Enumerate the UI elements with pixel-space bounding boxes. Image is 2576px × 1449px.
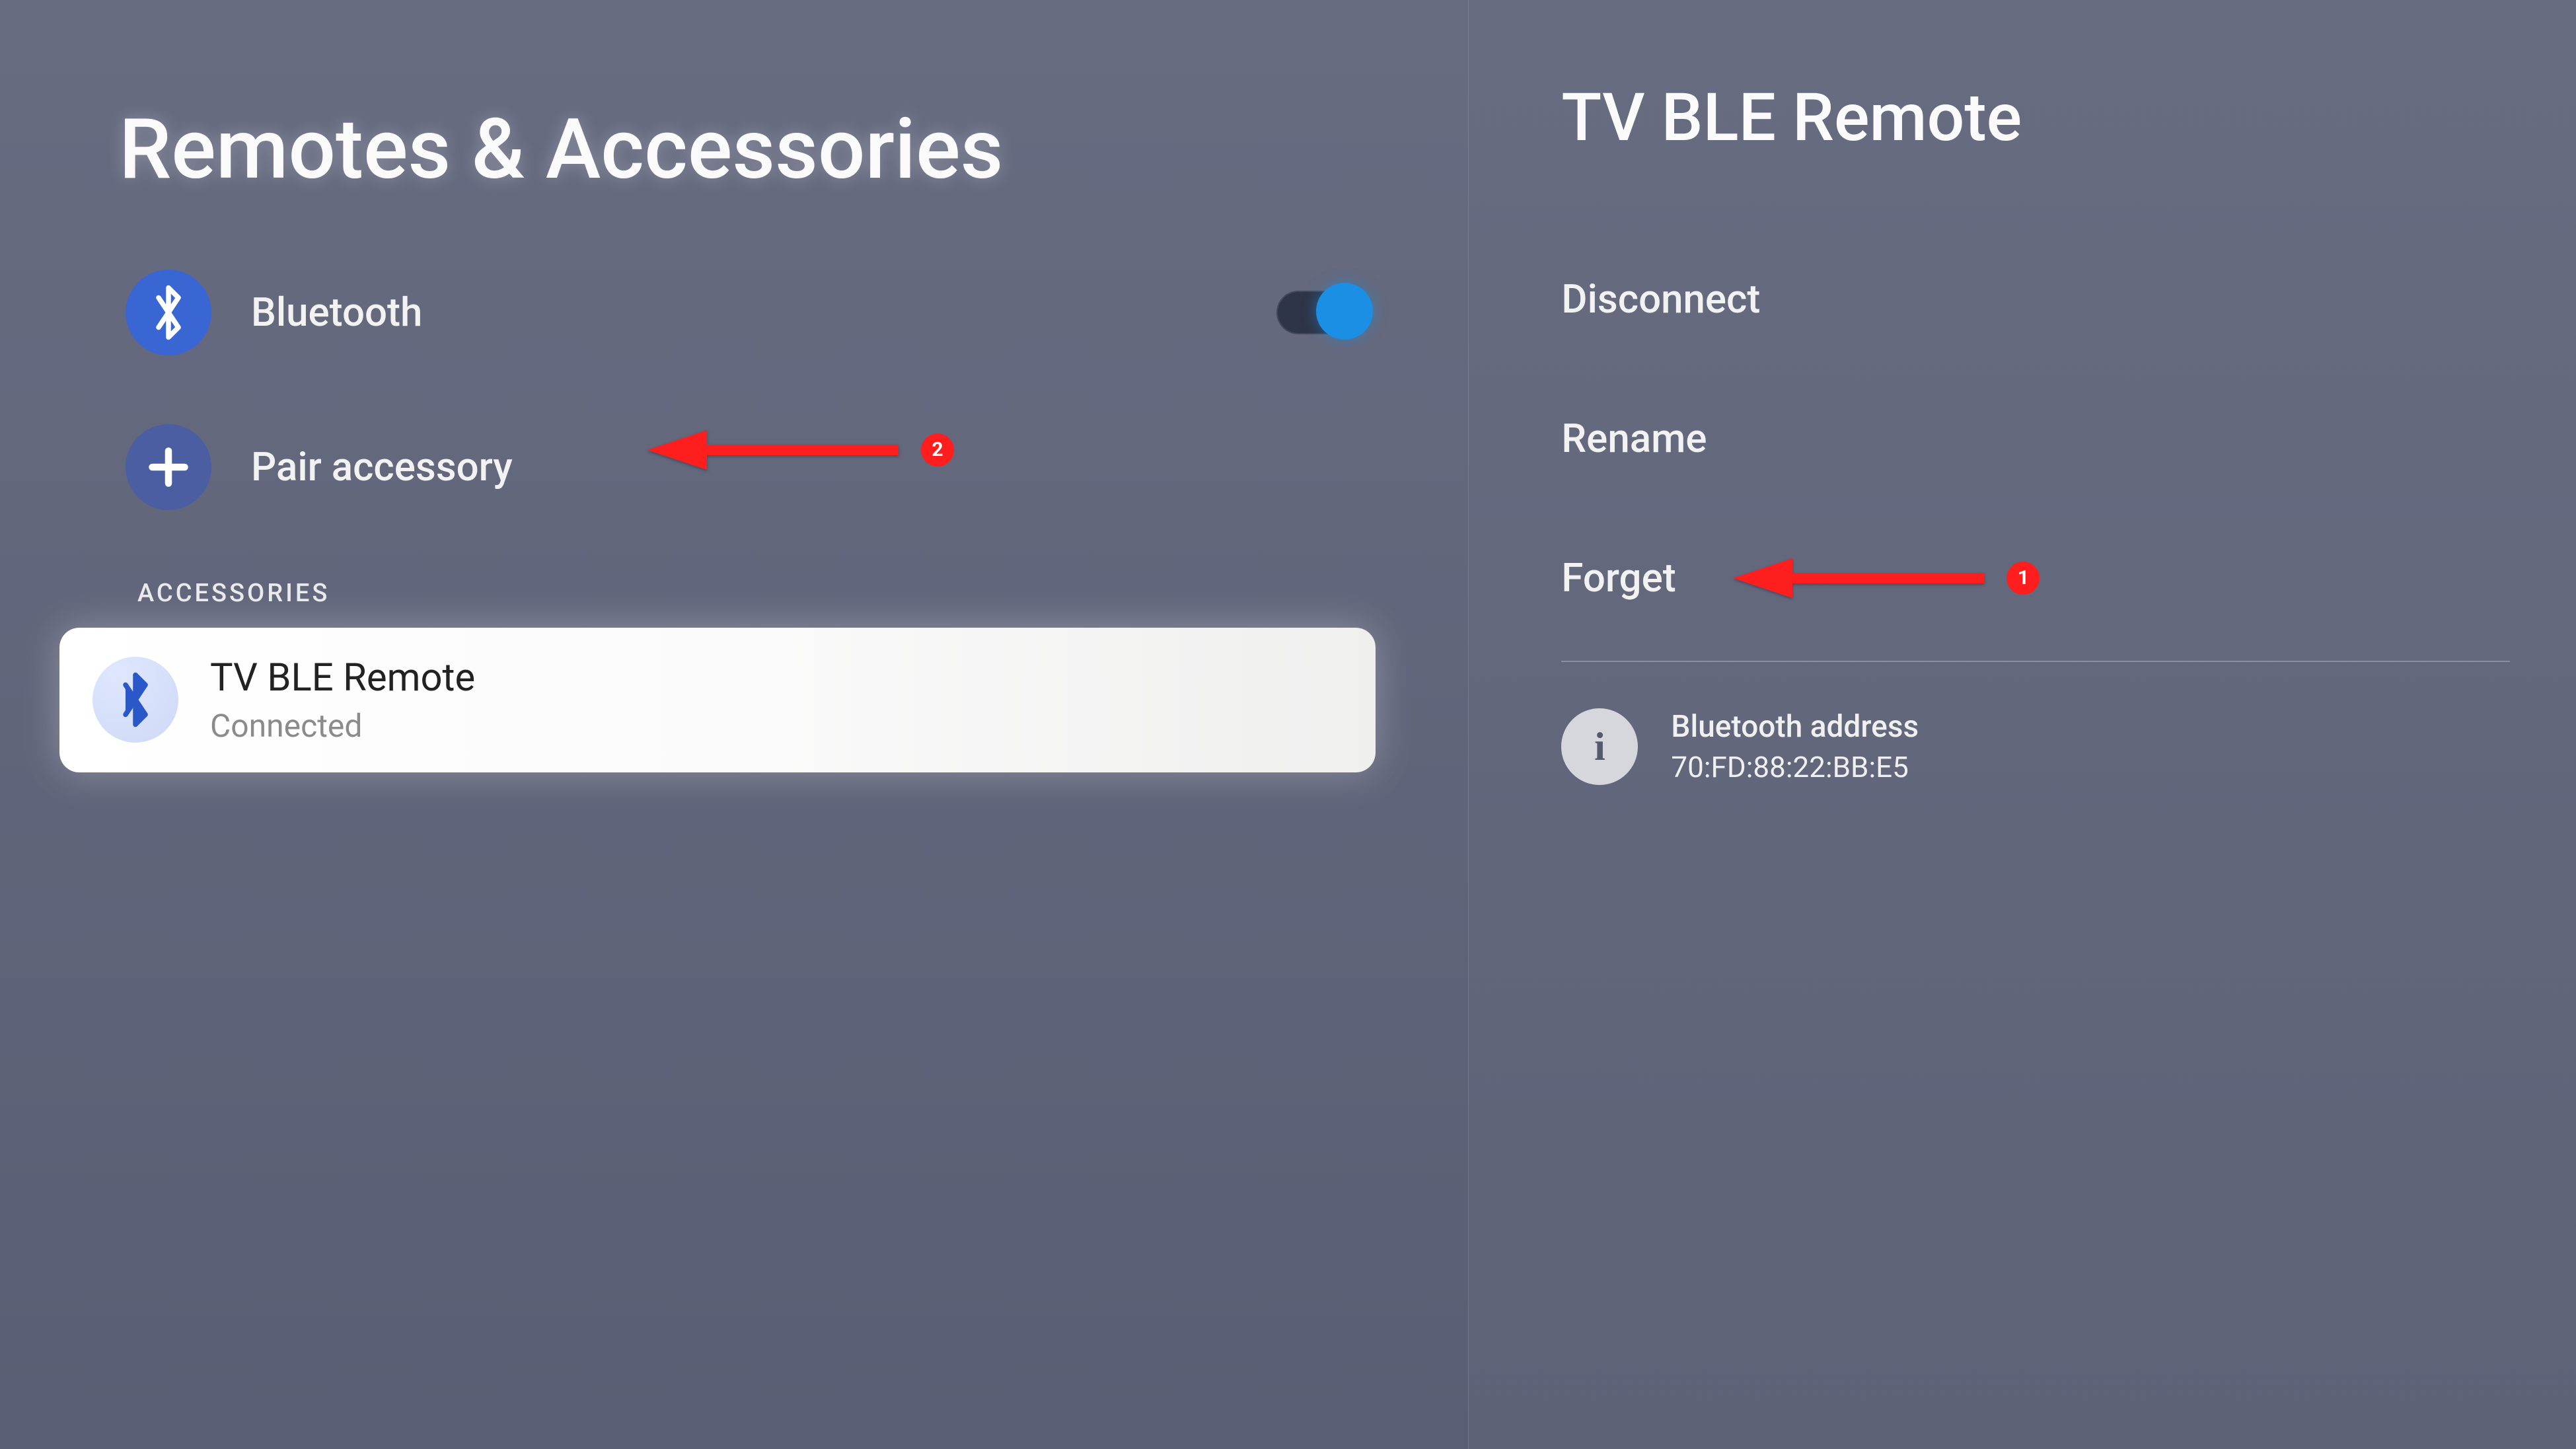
plus-icon: [126, 424, 211, 510]
forget-label: Forget: [1561, 554, 1675, 601]
divider: [1561, 661, 2510, 662]
rename-option[interactable]: Rename: [1535, 369, 2510, 508]
bluetooth-label: Bluetooth: [251, 289, 422, 336]
annotation-badge-1: 1: [2006, 562, 2040, 595]
toggle-knob: [1316, 283, 1373, 340]
device-name: TV BLE Remote: [210, 655, 475, 700]
remotes-accessories-panel: Remotes & Accessories Bluetooth Pair acc…: [0, 0, 1468, 1449]
page-title: Remotes & Accessories: [0, 99, 1468, 247]
device-detail-panel: TV BLE Remote Disconnect Rename Forget 1…: [1468, 0, 2576, 1449]
device-detail-title: TV BLE Remote: [1535, 79, 2510, 157]
disconnect-option[interactable]: Disconnect: [1535, 229, 2510, 369]
accessories-section-label: ACCESSORIES: [0, 533, 1468, 628]
bluetooth-toggle[interactable]: [1276, 291, 1369, 334]
bluetooth-address-value: 70:FD:88:22:BB:E5: [1671, 750, 1919, 784]
settings-screen: Remotes & Accessories Bluetooth Pair acc…: [0, 0, 2576, 1449]
device-card-tv-ble-remote[interactable]: TV BLE Remote Connected: [59, 628, 1376, 772]
device-status: Connected: [210, 707, 475, 745]
bluetooth-row[interactable]: Bluetooth: [0, 247, 1468, 378]
bluetooth-address-row: i Bluetooth address 70:FD:88:22:BB:E5: [1535, 682, 2510, 811]
annotation-arrow-2: 2: [647, 424, 954, 476]
pair-accessory-row[interactable]: Pair accessory 2: [0, 378, 1468, 533]
bluetooth-icon: [92, 657, 178, 743]
bluetooth-icon: [126, 270, 211, 355]
annotation-arrow-1: 1: [1733, 552, 2040, 605]
bluetooth-address-label: Bluetooth address: [1671, 709, 1919, 745]
pair-accessory-label: Pair accessory: [251, 443, 513, 490]
annotation-badge-2: 2: [921, 433, 954, 466]
forget-option[interactable]: Forget 1: [1535, 508, 2510, 648]
info-icon: i: [1561, 708, 1638, 785]
